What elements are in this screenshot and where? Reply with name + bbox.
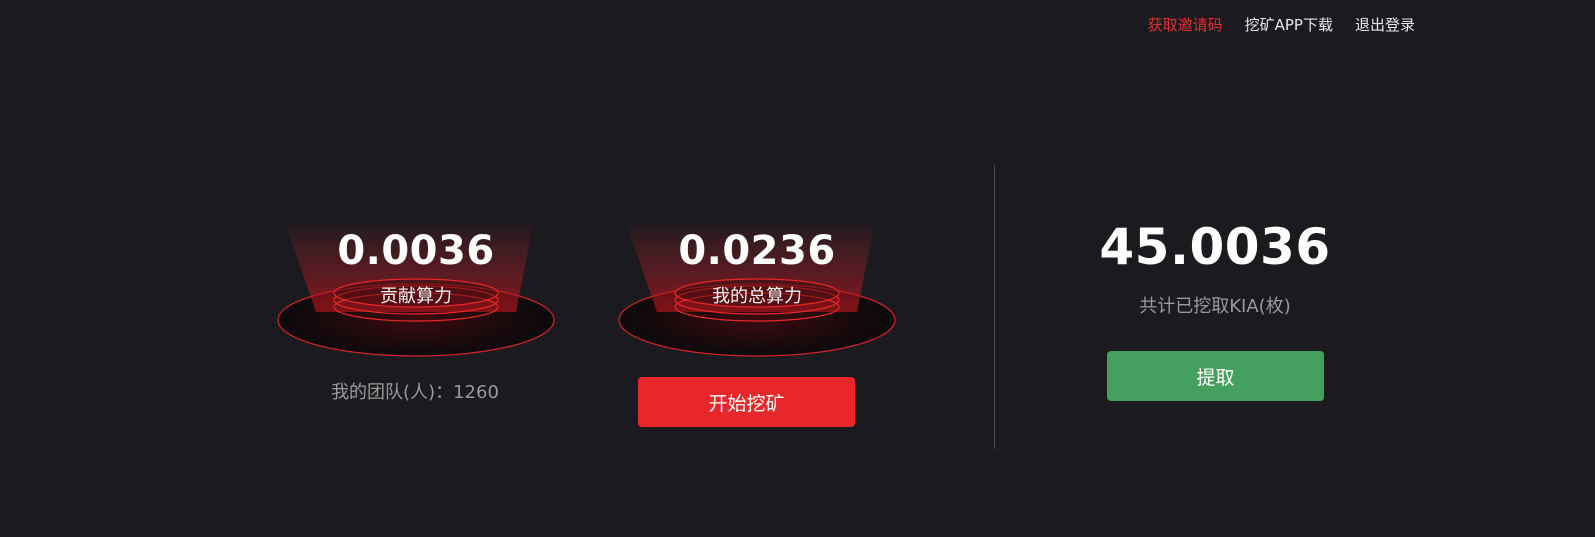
total-mined-label: 共计已挖取KIA(枚) — [1139, 296, 1291, 317]
get-invite-code-link[interactable]: 获取邀请码 — [1148, 14, 1223, 35]
contribution-hashpower-value: 0.0036 — [337, 228, 495, 274]
withdraw-button[interactable]: 提取 — [1107, 351, 1324, 401]
my-total-hashpower-stat: 0.0236 我的总算力 — [617, 220, 897, 380]
my-total-hashpower-value: 0.0236 — [678, 228, 836, 274]
team-count-value: 1260 — [453, 382, 499, 403]
contribution-hashpower-label: 贡献算力 — [380, 286, 452, 307]
total-mined-value: 45.0036 — [1099, 218, 1331, 276]
mining-app-download-link[interactable]: 挖矿APP下载 — [1245, 14, 1333, 35]
team-count-separator: ： — [435, 382, 454, 403]
logout-link[interactable]: 退出登录 — [1355, 14, 1415, 35]
team-count-info: 我的团队(人)：1260 — [250, 378, 580, 404]
my-total-hashpower-label: 我的总算力 — [712, 286, 802, 307]
contribution-hashpower-stat: 0.0036 贡献算力 — [276, 220, 556, 380]
start-mining-button[interactable]: 开始挖矿 — [638, 377, 855, 427]
vertical-divider — [994, 165, 995, 449]
team-count-label: 我的团队(人) — [331, 382, 436, 403]
top-nav: 获取邀请码 挖矿APP下载 退出登录 — [1148, 14, 1415, 35]
